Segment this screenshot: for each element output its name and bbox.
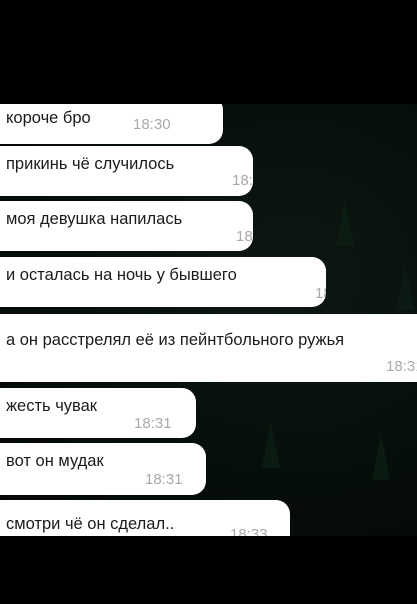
message-bubble[interactable]: смотри чё он сделал.. 18:33 <box>0 500 290 536</box>
message-text: а он расстрелял её из пейнтбольного ружь… <box>6 331 345 349</box>
message-timestamp: 18:31 <box>386 358 417 375</box>
message-timestamp: 18:30 <box>133 116 171 133</box>
message-text: прикинь чё случилось <box>6 155 175 173</box>
message-bubble[interactable]: а он расстрелял её из пейнтбольного ружь… <box>0 314 417 382</box>
message-bubble[interactable]: жесть чувак 18:31 <box>0 388 196 438</box>
top-black-bar <box>0 0 417 104</box>
message-timestamp: 18:31 <box>145 471 183 488</box>
chat-area[interactable]: короче бро 18:30 прикинь чё случилось 18… <box>0 104 417 536</box>
message-bubble[interactable]: и осталась на ночь у бывшего 18:30 <box>0 257 326 307</box>
message-text: жесть чувак <box>6 397 98 415</box>
message-timestamp: 18:31 <box>134 415 172 432</box>
background-tree <box>336 200 354 246</box>
background-tree <box>262 422 280 468</box>
bottom-black-bar <box>0 536 417 604</box>
message-bubble[interactable]: короче бро 18:30 <box>0 104 223 144</box>
message-text: короче бро <box>6 109 91 127</box>
message-timestamp: 18:33 <box>230 526 268 536</box>
message-text: моя девушка напилась <box>6 210 183 228</box>
message-timestamp: 18:30 <box>315 285 326 302</box>
message-bubble[interactable]: вот он мудак 18:31 <box>0 443 206 495</box>
background-tree <box>372 434 390 480</box>
background-tree <box>396 264 414 310</box>
message-text: вот он мудак <box>6 452 104 470</box>
message-timestamp: 18:30 <box>232 172 253 189</box>
message-timestamp: 18:30 <box>236 228 253 245</box>
message-text: и осталась на ночь у бывшего <box>6 266 237 284</box>
message-bubble[interactable]: прикинь чё случилось 18:30 <box>0 146 253 196</box>
message-text: смотри чё он сделал.. <box>6 515 175 533</box>
message-bubble[interactable]: моя девушка напилась 18:30 <box>0 201 253 251</box>
